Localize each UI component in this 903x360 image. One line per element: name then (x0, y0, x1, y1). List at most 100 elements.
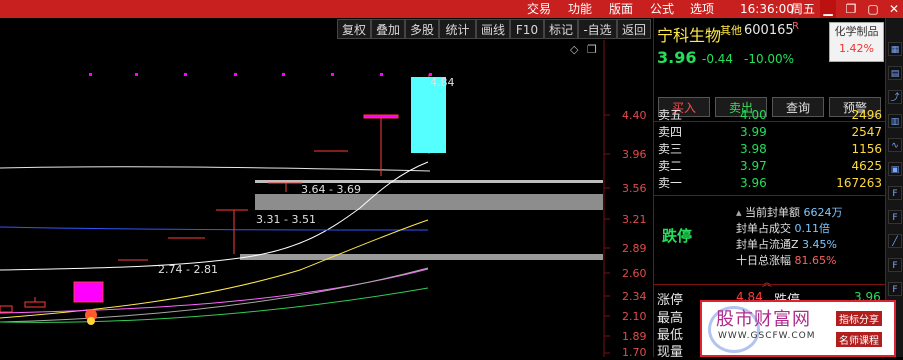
ma-line-white (0, 161, 429, 271)
bars-icon[interactable]: ▥ (888, 114, 902, 128)
diamond-icon: ◇ (570, 43, 579, 56)
signal-marker-icon (85, 309, 97, 325)
range-label: 2.74 - 2.81 (158, 263, 218, 276)
menu-formula[interactable]: 公式 (650, 0, 674, 18)
gap-band (240, 254, 603, 260)
signal-dots (89, 73, 432, 76)
y-tick: 3.96 (622, 148, 647, 161)
y-tick: 2.34 (622, 290, 647, 303)
current-volume-label: 现量 (657, 345, 684, 360)
kline-chart[interactable]: ◇ ❐ 4.40 3.96 3.56 3.21 2.89 2.60 2.34 2… (0, 40, 653, 357)
signal-dot (135, 73, 138, 76)
y-tick: 1.89 (622, 330, 647, 343)
order-book-row: 卖五 4.00 2496 (658, 108, 882, 122)
divider (654, 195, 886, 196)
menu-function[interactable]: 功能 (568, 0, 592, 18)
order-book-row: 卖一 3.96 167263 (658, 176, 882, 190)
limit-status: 跌停 (662, 227, 693, 245)
line-icon[interactable]: ╱ (888, 234, 902, 248)
last-price: 3.96 (657, 48, 697, 67)
collapse-icon[interactable]: ︽ (762, 274, 772, 289)
y-axis: 4.40 3.96 3.56 3.21 2.89 2.60 2.34 2.10 … (604, 109, 647, 357)
sector-name: 化学制品 (834, 25, 879, 38)
weekday: 周五 (791, 2, 816, 16)
price-change-pct: -10.00% (744, 52, 795, 66)
sector-pct: 1.42% (839, 42, 874, 55)
ad-title: 股市财富网 (716, 309, 811, 330)
f10-icon[interactable]: F (888, 258, 902, 272)
restore-rights-button[interactable]: 复权 (337, 19, 371, 39)
minimize-icon[interactable]: ▁ (820, 0, 836, 18)
mark-button[interactable]: 标记 (544, 19, 578, 39)
range-label: 3.64 - 3.69 (301, 183, 361, 196)
draw-line-button[interactable]: 画线 (476, 19, 510, 39)
y-tick: 2.10 (622, 310, 647, 323)
limit-up-label: 涨停 (657, 293, 684, 308)
stock-tag: 其他 (720, 24, 742, 37)
menu-layout[interactable]: 版面 (609, 0, 633, 18)
candle (24, 301, 46, 308)
gap-band (255, 194, 603, 210)
ma-line-green (0, 287, 429, 323)
rights-flag: R (792, 21, 799, 32)
sector-box[interactable]: 化学制品 1.42% (829, 22, 884, 62)
top-menu-bar: 交易 功能 版面 公式 选项 16:36:00 周五 ▁ ❐ ▢ ✕ (0, 0, 903, 18)
signal-dot (380, 73, 383, 76)
candle (0, 305, 13, 313)
ad-url: WWW.GSCFW.COM (718, 331, 816, 341)
range-label: 3.31 - 3.51 (256, 213, 316, 226)
grid-icon[interactable]: ▦ (888, 42, 902, 56)
f10-icon[interactable]: F (888, 282, 902, 296)
wave-icon[interactable]: ∿ (888, 138, 902, 152)
limit-info-row: 十日总涨幅 81.65% (736, 254, 837, 267)
candles (0, 74, 446, 313)
maximize-icon[interactable]: ▢ (865, 0, 881, 18)
candle-limit-up (73, 281, 104, 303)
signal-dot (184, 73, 187, 76)
high-label: 4.84 (430, 76, 455, 89)
close-icon[interactable]: ✕ (885, 0, 903, 18)
ma-line-grey (0, 267, 429, 323)
candle (363, 114, 399, 119)
trend-icon[interactable]: ⤴ (888, 90, 902, 104)
f10-button[interactable]: F10 (510, 19, 544, 39)
limit-info-row: 封单占成交 0.11倍 (736, 222, 830, 235)
stock-name: 宁科生物 (657, 26, 722, 45)
overlay-button[interactable]: 叠加 (371, 19, 405, 39)
copy-icon: ❐ (587, 43, 597, 56)
tile-icon[interactable]: ▣ (888, 162, 902, 176)
f10-icon[interactable]: F (888, 186, 902, 200)
watchlist-button[interactable]: -自选 (578, 19, 617, 39)
divider (654, 284, 886, 285)
ad-tag: 指标分享 (836, 311, 882, 326)
order-book-row: 卖三 3.98 1156 (658, 142, 882, 156)
order-book-row: 卖二 3.97 4625 (658, 159, 882, 173)
order-book-row: 卖四 3.99 2547 (658, 125, 882, 139)
y-tick: 3.21 (622, 213, 647, 226)
menu-options[interactable]: 选项 (690, 0, 714, 18)
y-tick: 2.60 (622, 267, 647, 280)
statistics-button[interactable]: 统计 (439, 19, 476, 39)
y-tick: 3.56 (622, 182, 647, 195)
clock: 16:36:00 (740, 2, 794, 16)
info-icon: ▴ (736, 206, 742, 219)
chart-icon[interactable]: ▤ (888, 66, 902, 80)
signal-dot (234, 73, 237, 76)
y-tick: 1.70 (622, 346, 647, 357)
limit-info-row: 封单占流通Z 3.45% (736, 238, 837, 251)
signal-dot (89, 73, 92, 76)
ma-line-blue (0, 226, 429, 231)
stock-code: 600165 (744, 23, 794, 38)
menu-trade[interactable]: 交易 (527, 0, 551, 18)
restore-icon[interactable]: ❐ (843, 0, 859, 18)
signal-dot (282, 73, 285, 76)
ma-line-white-flat (0, 166, 431, 172)
y-tick: 4.40 (622, 109, 647, 122)
multi-stock-button[interactable]: 多股 (405, 19, 439, 39)
f10-icon[interactable]: F (888, 210, 902, 224)
limit-info-row: ▴ 当前封单额 6624万 (736, 206, 843, 219)
signal-dot (331, 73, 334, 76)
ad-tag: 名师课程 (836, 332, 882, 347)
price-change: -0.44 (702, 52, 734, 66)
back-button[interactable]: 返回 (617, 19, 651, 39)
